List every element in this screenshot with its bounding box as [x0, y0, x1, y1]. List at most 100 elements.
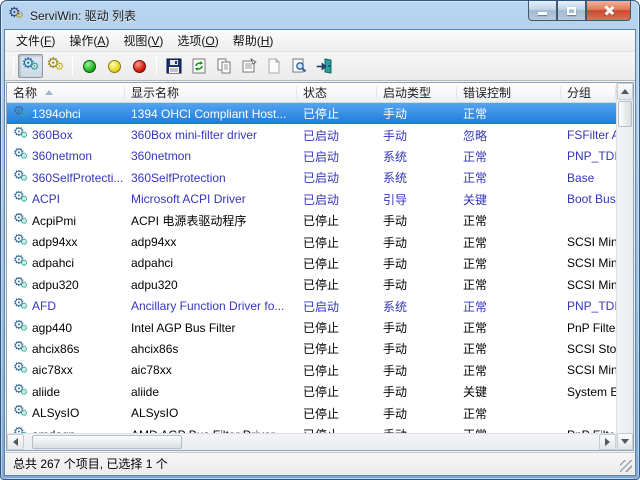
find-button[interactable] [286, 54, 311, 78]
table-row[interactable]: 1394ohci 1394 OHCI Compliant Host... 已停止… [7, 103, 616, 124]
table-row[interactable]: adpahci adpahci 已停止 手动 正常 SCSI Min [7, 253, 616, 274]
table-row[interactable]: aliide aliide 已停止 手动 关键 System E [7, 381, 616, 402]
driver-group: System E [561, 385, 616, 399]
menu-item[interactable]: 选项(O) [170, 30, 225, 51]
driver-name: AFD [32, 299, 56, 313]
driver-display-name: 360Box mini-filter driver [125, 128, 297, 142]
scroll-down-button[interactable] [617, 433, 633, 450]
scroll-right-button[interactable] [599, 434, 616, 450]
refresh-icon [191, 58, 207, 74]
menu-item[interactable]: 文件(F) [9, 30, 62, 51]
driver-name: ALSysIO [32, 406, 79, 420]
vertical-scrollbar[interactable] [616, 83, 633, 450]
minimize-button[interactable] [528, 1, 557, 21]
menu-item-label-close: ) [51, 34, 55, 48]
table-row[interactable]: agp440 Intel AGP Bus Filter 已停止 手动 正常 Pn… [7, 317, 616, 338]
driver-name: 1394ohci [32, 107, 81, 121]
close-button[interactable] [586, 1, 631, 21]
driver-error-control: 关键 [457, 191, 561, 208]
driver-display-name: Ancillary Function Driver fo... [125, 299, 297, 313]
table-row[interactable]: ALSysIO ALSysIO 已停止 手动 正常 [7, 402, 616, 423]
column-header[interactable]: 名称 [7, 83, 125, 102]
yellow-ball-icon [108, 60, 121, 73]
services-list-button[interactable] [43, 54, 68, 78]
gears-blue-icon [22, 58, 40, 74]
driver-startup-type: 引导 [377, 191, 457, 208]
column-header[interactable]: 分组 [561, 83, 616, 102]
driver-display-name: adpu320 [125, 278, 297, 292]
menu-item-accelerator: O [205, 34, 214, 48]
resize-grip[interactable] [620, 460, 632, 472]
column-header-label: 名称 [13, 84, 37, 101]
stop-driver-button[interactable] [127, 54, 152, 78]
table-row[interactable]: 360netmon 360netmon 已启动 系统 正常 PNP_TDI [7, 146, 616, 167]
save-button[interactable] [161, 54, 186, 78]
column-header[interactable]: 错误控制 [457, 83, 561, 102]
html-report-button[interactable] [261, 54, 286, 78]
table-row[interactable]: ACPI Microsoft ACPI Driver 已启动 引导 关键 Boo… [7, 189, 616, 210]
table-row[interactable]: 360Box 360Box mini-filter driver 已启动 手动 … [7, 124, 616, 145]
vertical-scroll-thumb[interactable] [618, 101, 632, 127]
driver-gear-icon [13, 298, 30, 314]
driver-display-name: aic78xx [125, 363, 297, 377]
title-bar[interactable]: ServiWin: 驱动 列表 [1, 1, 639, 29]
maximize-button[interactable] [557, 1, 586, 21]
horizontal-scroll-thumb[interactable] [32, 435, 182, 449]
properties-button[interactable] [236, 54, 261, 78]
driver-status: 已停止 [297, 212, 377, 229]
horizontal-scrollbar[interactable] [7, 433, 616, 450]
driver-startup-type: 手动 [377, 105, 457, 122]
horizontal-scroll-track[interactable] [182, 434, 599, 450]
table-row[interactable]: 360SelfProtecti... 360SelfProtection 已启动… [7, 167, 616, 188]
driver-group: SCSI Min [561, 235, 616, 249]
column-header[interactable]: 状态 [297, 83, 377, 102]
table-row[interactable]: aic78xx aic78xx 已停止 手动 正常 SCSI Min [7, 360, 616, 381]
menu-item[interactable]: 帮助(H) [226, 30, 281, 51]
drivers-list-button[interactable] [18, 54, 43, 78]
driver-startup-type: 系统 [377, 169, 457, 186]
copy-button[interactable] [211, 54, 236, 78]
scroll-up-button[interactable] [617, 83, 633, 100]
red-ball-icon [133, 60, 146, 73]
table-row[interactable]: AcpiPmi ACPI 电源表驱动程序 已停止 手动 正常 [7, 210, 616, 231]
column-header[interactable]: 显示名称 [125, 83, 297, 102]
driver-group: PNP_TDI [561, 299, 616, 313]
driver-startup-type: 手动 [377, 127, 457, 144]
menu-item[interactable]: 操作(A) [62, 30, 116, 51]
driver-status: 已停止 [297, 340, 377, 357]
driver-error-control: 正常 [457, 426, 561, 433]
column-header[interactable]: 启动类型 [377, 83, 457, 102]
driver-status: 已启动 [297, 298, 377, 315]
caption-buttons [528, 1, 631, 21]
start-driver-button[interactable] [77, 54, 102, 78]
driver-error-control: 正常 [457, 362, 561, 379]
scroll-left-button[interactable] [7, 434, 24, 450]
table-row[interactable]: AFD Ancillary Function Driver fo... 已启动 … [7, 296, 616, 317]
table-row[interactable]: ahcix86s ahcix86s 已停止 手动 正常 SCSI Sto [7, 338, 616, 359]
exit-button[interactable] [311, 54, 336, 78]
table-row[interactable]: amdagp AMD AGP Bus Filter Driver 已停止 手动 … [7, 424, 616, 433]
driver-error-control: 忽略 [457, 127, 561, 144]
driver-status: 已停止 [297, 405, 377, 422]
driver-startup-type: 系统 [377, 298, 457, 315]
driver-error-control: 关键 [457, 383, 561, 400]
menu-item-label: 帮助( [233, 34, 261, 48]
refresh-button[interactable] [186, 54, 211, 78]
driver-display-name: adp94xx [125, 235, 297, 249]
driver-error-control: 正常 [457, 212, 561, 229]
pause-driver-button[interactable] [102, 54, 127, 78]
driver-startup-type: 手动 [377, 405, 457, 422]
driver-gear-icon [13, 213, 30, 229]
table-row[interactable]: adpu320 adpu320 已停止 手动 正常 SCSI Min [7, 274, 616, 295]
menu-item-label-close: ) [269, 34, 273, 48]
vertical-scroll-track[interactable] [617, 128, 633, 433]
window-title: ServiWin: 驱动 列表 [30, 7, 136, 24]
menu-item[interactable]: 视图(V) [116, 30, 170, 51]
menu-item-label-close: ) [159, 34, 163, 48]
driver-display-name: ahcix86s [125, 342, 297, 356]
driver-status: 已停止 [297, 319, 377, 336]
column-header-label: 显示名称 [131, 84, 179, 101]
driver-display-name: ACPI 电源表驱动程序 [125, 212, 297, 229]
table-row[interactable]: adp94xx adp94xx 已停止 手动 正常 SCSI Min [7, 231, 616, 252]
driver-gear-icon [13, 148, 30, 164]
